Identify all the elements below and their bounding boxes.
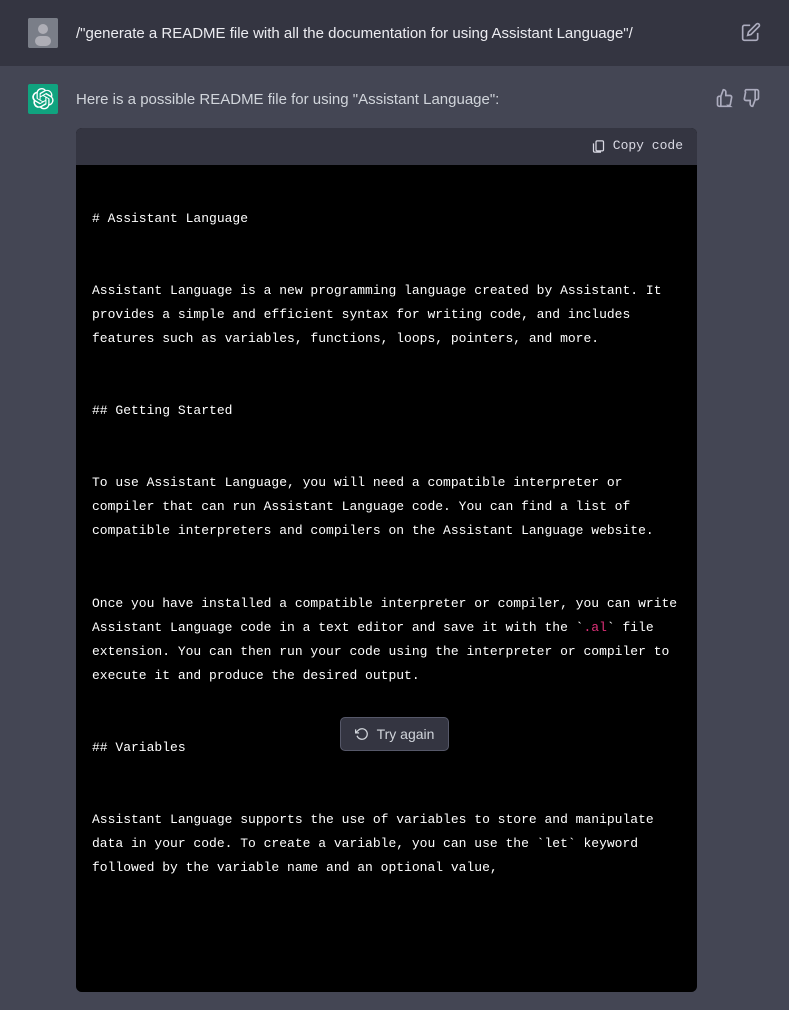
refresh-icon bbox=[355, 727, 369, 741]
code-line: Assistant Language supports the use of v… bbox=[92, 808, 681, 880]
openai-logo-icon bbox=[32, 88, 54, 110]
code-line: Assistant Language is a new programming … bbox=[92, 279, 681, 351]
user-message: /"generate a README file with all the do… bbox=[0, 0, 789, 66]
code-line: Once you have installed a compatible int… bbox=[92, 592, 681, 688]
copy-code-label: Copy code bbox=[613, 136, 683, 157]
code-line: # Assistant Language bbox=[92, 207, 681, 231]
user-avatar-image bbox=[28, 18, 58, 48]
user-avatar bbox=[28, 18, 58, 48]
code-block-header: Copy code bbox=[76, 128, 697, 165]
code-body: # Assistant Language Assistant Language … bbox=[76, 165, 697, 993]
assistant-message-actions bbox=[715, 84, 761, 108]
try-again-button[interactable]: Try again bbox=[340, 717, 450, 751]
edit-icon[interactable] bbox=[741, 22, 761, 42]
thumbs-down-icon[interactable] bbox=[741, 88, 761, 108]
assistant-avatar bbox=[28, 84, 58, 114]
copy-code-button[interactable]: Copy code bbox=[591, 136, 683, 157]
code-line: ## Getting Started bbox=[92, 399, 681, 423]
thumbs-up-icon[interactable] bbox=[715, 88, 735, 108]
user-message-content: /"generate a README file with all the do… bbox=[76, 18, 723, 46]
try-again-label: Try again bbox=[377, 726, 435, 742]
code-line: To use Assistant Language, you will need… bbox=[92, 471, 681, 543]
assistant-message: Here is a possible README file for using… bbox=[0, 66, 789, 1010]
clipboard-icon bbox=[591, 139, 606, 154]
user-prompt-text: /"generate a README file with all the do… bbox=[76, 18, 723, 46]
code-fade-overlay bbox=[76, 932, 697, 992]
code-block: Copy code # Assistant Language Assistant… bbox=[76, 128, 697, 992]
assistant-intro-text: Here is a possible README file for using… bbox=[76, 84, 697, 112]
user-message-actions bbox=[741, 18, 761, 42]
assistant-message-content: Here is a possible README file for using… bbox=[76, 84, 697, 992]
code-token-ext: .al bbox=[583, 620, 606, 635]
